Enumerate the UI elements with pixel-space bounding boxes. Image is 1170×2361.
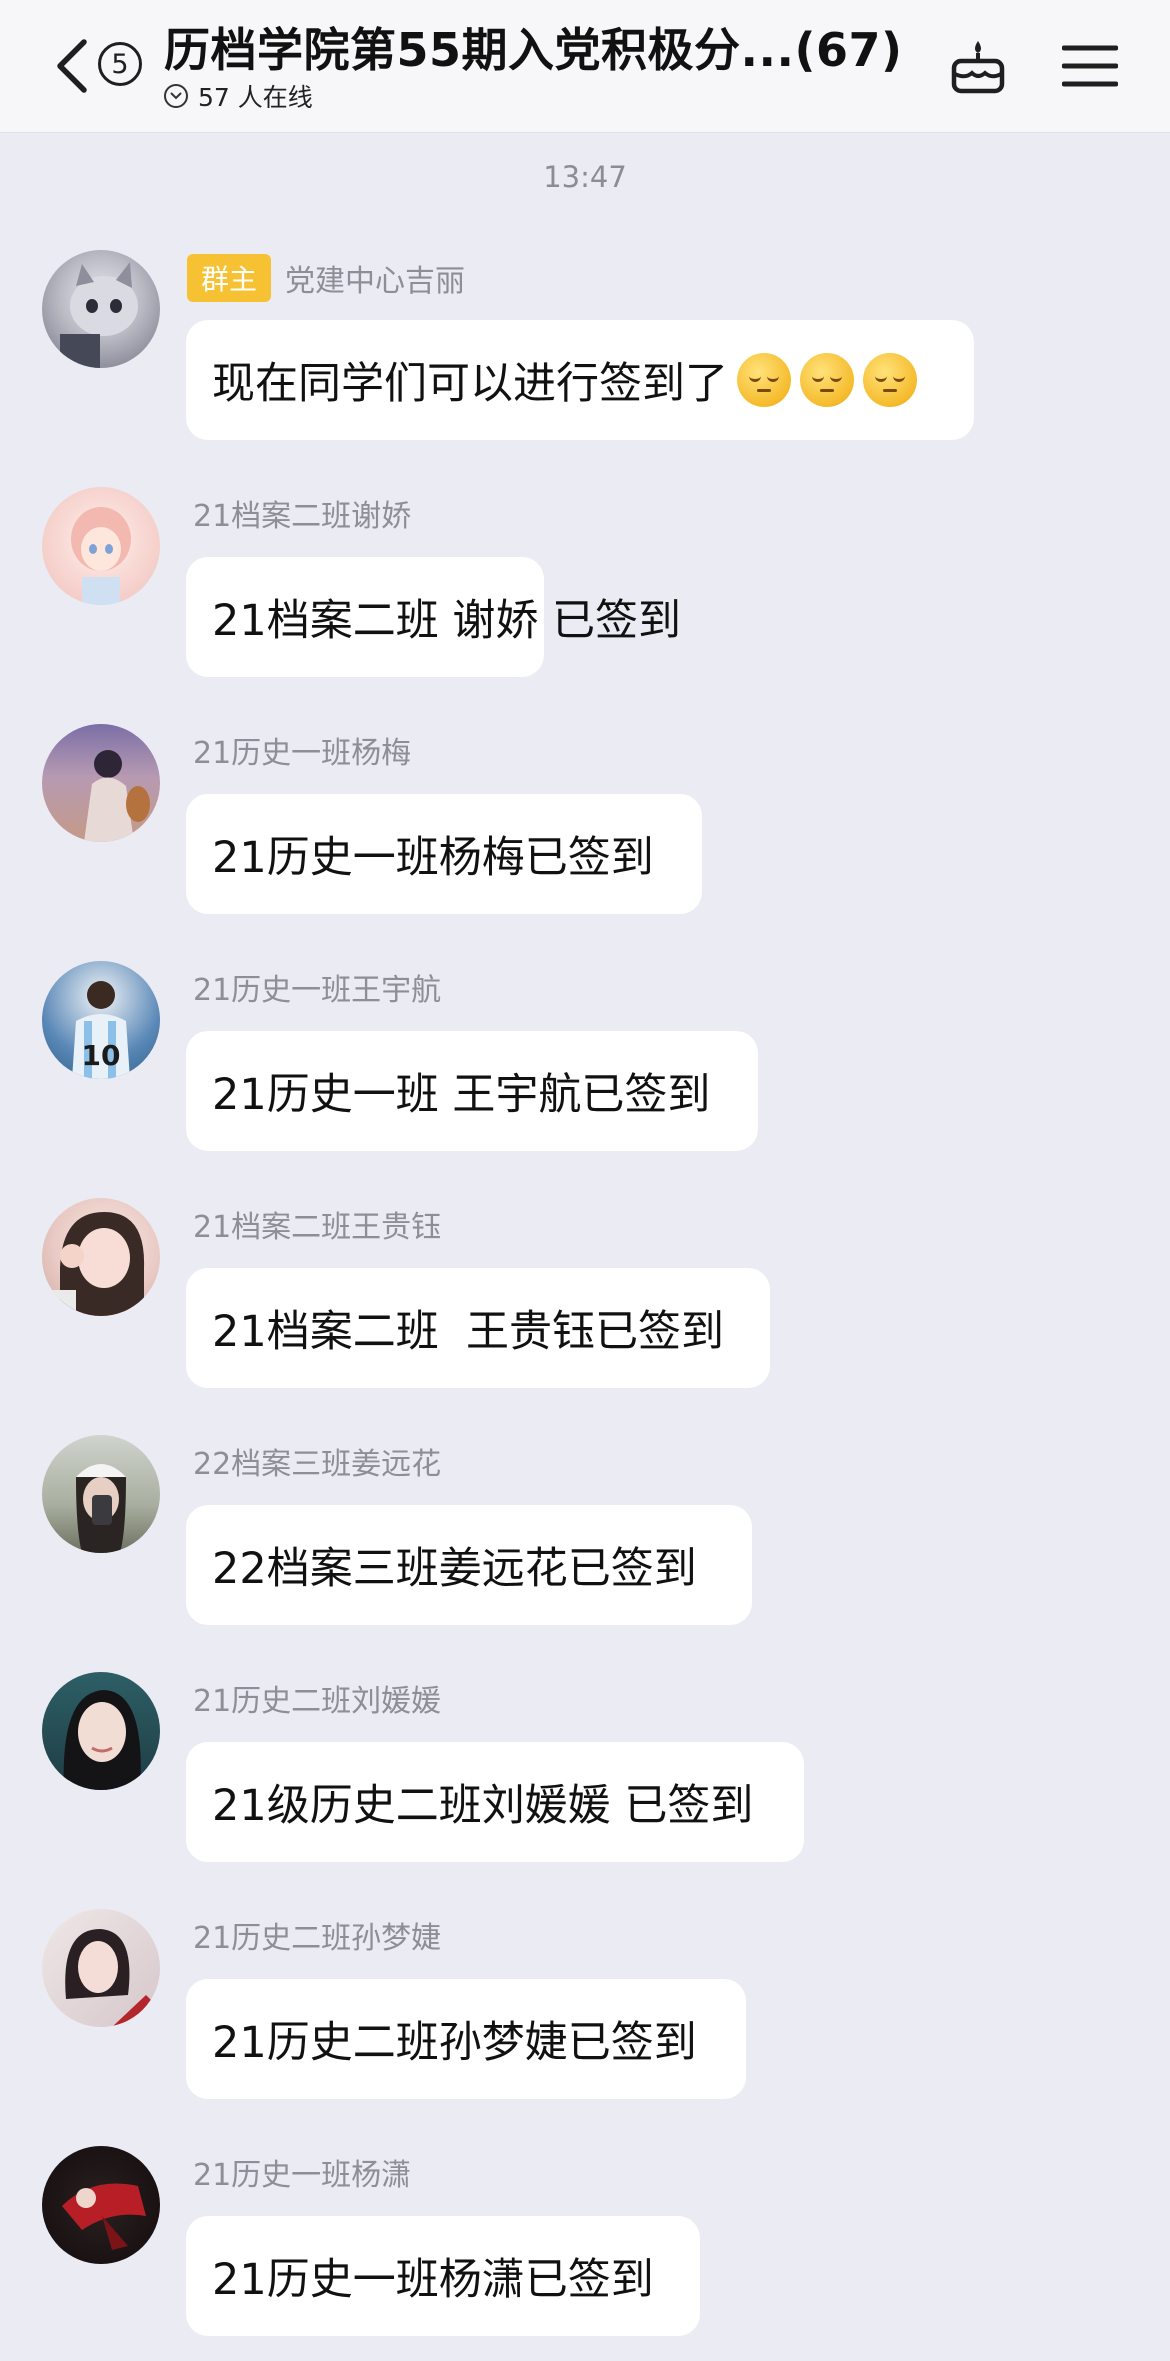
message-text: 21历史二班孙梦婕已签到	[212, 2018, 697, 2068]
sender-name[interactable]: 21历史二班刘媛媛	[193, 1676, 441, 1720]
girl-cap-avatar[interactable]	[42, 1435, 160, 1553]
message-item: 21档案二班谢娇 21档案二班 谢娇 已签到	[0, 487, 1170, 697]
message-bubble[interactable]: 现在同学们可以进行签到了	[186, 320, 974, 440]
message-item: 22档案三班姜远花 22档案三班姜远花已签到	[0, 1435, 1170, 1645]
sender-name[interactable]: 21历史二班孙梦婕	[193, 1913, 441, 1957]
message-bubble[interactable]: 21档案二班 谢娇 已签到	[186, 557, 681, 677]
message-bubble[interactable]: 21历史一班 王宇航已签到	[186, 1031, 758, 1151]
message-bubble[interactable]: 21级历史二班刘媛媛 已签到	[186, 1742, 804, 1862]
message-item: 21历史一班杨潇 21历史一班杨潇已签到	[0, 2146, 1170, 2356]
message-text: 21历史一班 王宇航已签到	[212, 1070, 711, 1120]
message-text: 21历史一班杨潇已签到	[212, 2255, 654, 2305]
chevron-down-circle-icon	[164, 84, 188, 108]
sender-name[interactable]: 21档案二班王贵钰	[193, 1202, 441, 1246]
anime-girl-avatar[interactable]	[42, 487, 160, 605]
sender-name[interactable]: 22档案三班姜远花	[193, 1439, 441, 1483]
online-status[interactable]: 57 人在线	[164, 78, 313, 114]
relieved-face-emoji	[737, 353, 791, 407]
girl-red-avatar[interactable]	[42, 1909, 160, 2027]
message-bubble[interactable]: 21档案二班 王贵钰已签到	[186, 1268, 770, 1388]
sender-name[interactable]: 21历史一班杨潇	[193, 2150, 411, 2194]
message-bubble[interactable]: 21历史一班杨潇已签到	[186, 2216, 700, 2336]
sender-name[interactable]: 21档案二班谢娇	[193, 491, 411, 535]
message-text: 21历史一班杨梅已签到	[212, 833, 654, 883]
girl-photo-avatar[interactable]	[42, 724, 160, 842]
message-item: 21历史二班刘媛媛 21级历史二班刘媛媛 已签到	[0, 1672, 1170, 1882]
menu-icon[interactable]	[1058, 34, 1122, 98]
message-item: 21档案二班王贵钰 21档案二班 王贵钰已签到	[0, 1198, 1170, 1408]
message-text: 21档案二班 谢娇 已签到	[212, 596, 682, 646]
relieved-face-emoji	[863, 353, 917, 407]
message-item: 群主 党建中心吉丽 现在同学们可以进行签到了	[0, 250, 1170, 460]
message-text: 现在同学们可以进行签到了	[212, 359, 728, 409]
sender-name[interactable]: 21历史一班杨梅	[193, 728, 411, 772]
message-text: 21档案二班 王贵钰已签到	[212, 1307, 725, 1357]
message-item: 21历史二班孙梦婕 21历史二班孙梦婕已签到	[0, 1909, 1170, 2119]
sender-name[interactable]: 群主 党建中心吉丽	[187, 254, 466, 302]
cat-avatar[interactable]	[42, 250, 160, 368]
unread-count-badge[interactable]: 5	[98, 42, 142, 86]
girl-selfie-avatar[interactable]	[42, 1198, 160, 1316]
sender-name[interactable]: 21历史一班王宇航	[193, 965, 441, 1009]
chevron-left-icon	[52, 36, 92, 96]
message-item: 10 21历史一班王宇航 21历史一班 王宇航已签到	[0, 961, 1170, 1171]
chat-header: 5 历档学院第55期入党积极分...(67) 57 人在线	[0, 0, 1170, 132]
online-count-text: 57 人在线	[198, 83, 313, 112]
message-bubble[interactable]: 21历史一班杨梅已签到	[186, 794, 702, 914]
message-timestamp: 13:47	[543, 160, 627, 194]
message-text: 22档案三班姜远花已签到	[212, 1544, 697, 1594]
football-player-avatar[interactable]: 10	[42, 961, 160, 1079]
message-item: 21历史一班杨梅 21历史一班杨梅已签到	[0, 724, 1170, 934]
chat-title[interactable]: 历档学院第55期入党积极分...(67)	[164, 14, 924, 80]
sender-label: 党建中心吉丽	[285, 264, 466, 299]
figure-red-avatar[interactable]	[42, 2146, 160, 2264]
relieved-face-emoji	[800, 353, 854, 407]
group-owner-badge: 群主	[187, 254, 272, 302]
message-text: 21级历史二班刘媛媛 已签到	[212, 1781, 754, 1831]
cake-icon[interactable]	[946, 34, 1010, 98]
svg-text:10: 10	[82, 1039, 121, 1072]
message-bubble[interactable]: 22档案三班姜远花已签到	[186, 1505, 752, 1625]
girl-portrait-avatar[interactable]	[42, 1672, 160, 1790]
message-bubble[interactable]: 21历史二班孙梦婕已签到	[186, 1979, 746, 2099]
